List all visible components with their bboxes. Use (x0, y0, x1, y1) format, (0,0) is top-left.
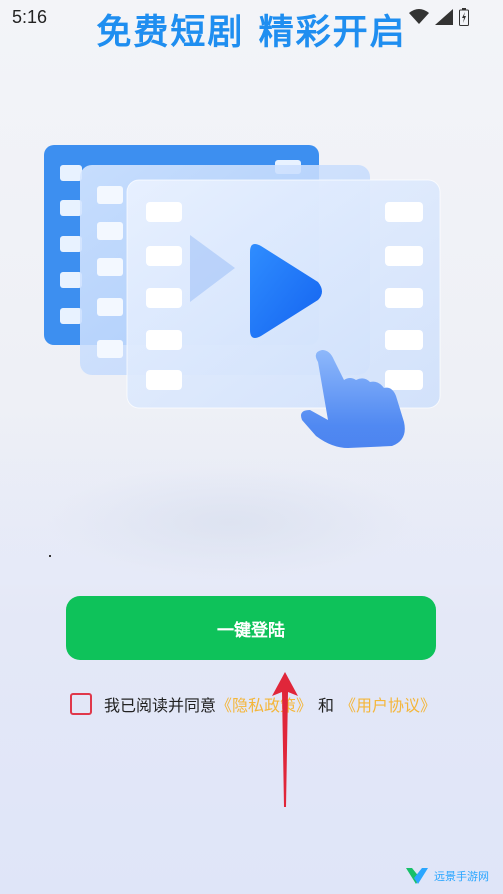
hero-illustration (0, 120, 503, 460)
watermark-logo-icon (406, 868, 428, 884)
film-strip-illustration (44, 145, 441, 448)
watermark-text: 远景手游网 (434, 870, 489, 883)
agreement-checkbox[interactable] (70, 693, 92, 715)
agreement-and: 和 (318, 696, 335, 715)
page-title: 免费短剧 精彩开启 (96, 13, 407, 53)
watermark: 远景手游网 (404, 866, 489, 886)
agreement-prefix: 我已阅读并同意 (104, 696, 217, 715)
decorative-dot (49, 555, 51, 557)
agreement-row: 我已阅读并同意 《隐私政策》 和 《用户协议》 (70, 690, 436, 718)
user-agreement-link[interactable]: 《用户协议》 (340, 692, 436, 716)
one-click-login-button[interactable]: 一键登陆 (66, 596, 436, 660)
annotation-arrow-icon (272, 672, 298, 807)
illustration-shadow (45, 465, 415, 580)
